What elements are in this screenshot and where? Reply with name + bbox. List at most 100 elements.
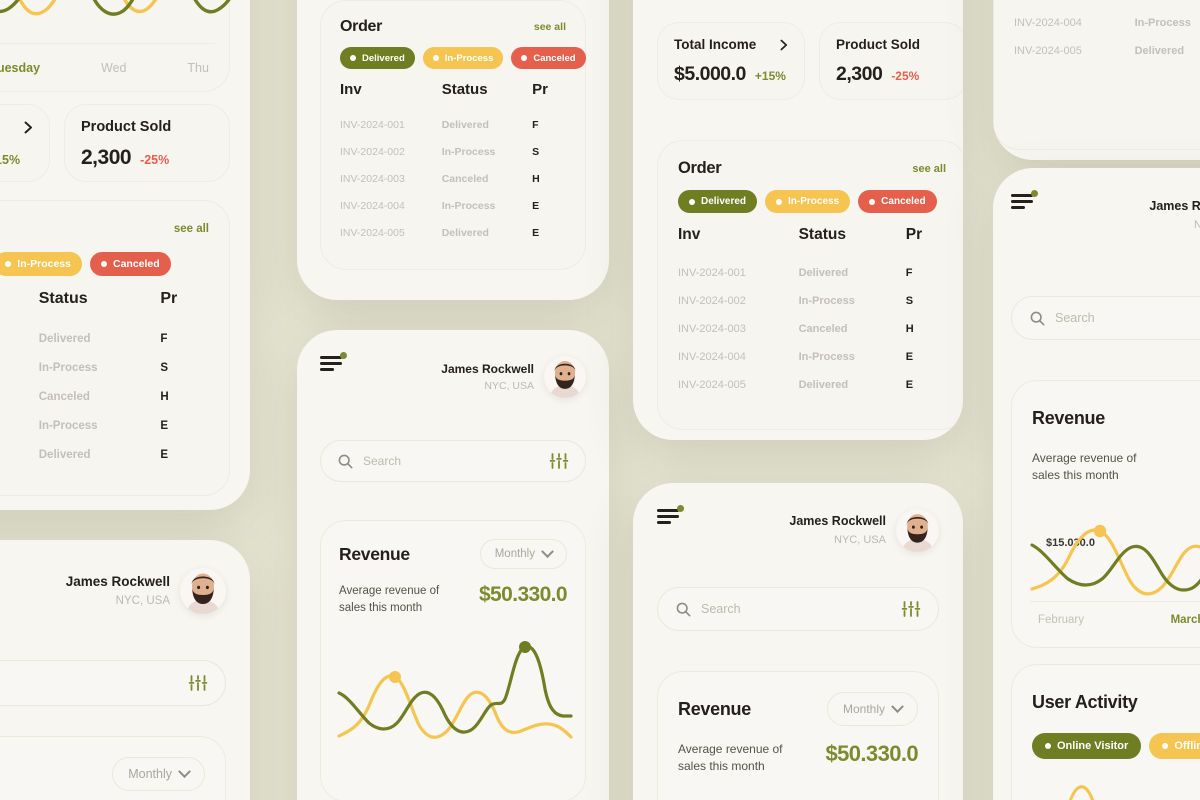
status-dot-icon bbox=[521, 55, 528, 61]
order-status: Canceled bbox=[798, 323, 848, 335]
avatar[interactable] bbox=[544, 356, 586, 398]
table-row[interactable]: INV-2024-001DeliveredF bbox=[340, 111, 566, 138]
search-placeholder: Search bbox=[363, 454, 402, 468]
stat-card-total-income[interactable]: Total Income $5.000.0 +15% bbox=[0, 104, 50, 182]
table-row[interactable]: INV-2024-004In-ProcessE bbox=[1014, 9, 1200, 37]
hamburger-menu-icon[interactable] bbox=[657, 505, 684, 527]
table-row[interactable]: INV-2024-001DeliveredF bbox=[0, 324, 209, 353]
table-row[interactable]: INV-2024-004In-ProcessE bbox=[678, 343, 946, 371]
hamburger-menu-icon[interactable] bbox=[320, 352, 347, 374]
order-filter-in-process[interactable]: In-Process bbox=[765, 190, 851, 213]
search-input[interactable]: Search bbox=[320, 440, 586, 482]
revenue-period-dropdown[interactable]: Monthly bbox=[112, 757, 205, 791]
stat-card-product-sold[interactable]: Product Sold 2,300 -25% bbox=[819, 22, 963, 100]
status-dot-icon bbox=[432, 55, 439, 61]
search-input[interactable]: Search bbox=[0, 660, 226, 706]
table-row[interactable]: INV-2024-003CanceledH bbox=[0, 382, 209, 411]
phone-panel-center-right-bottom: James Rockwell NYC, USA Search Revenue M… bbox=[633, 483, 963, 800]
table-row[interactable]: INV-2024-005DeliveredE bbox=[340, 219, 566, 246]
order-status: Delivered bbox=[1134, 45, 1185, 57]
table-row[interactable]: INV-2024-003CanceledH bbox=[340, 165, 566, 192]
weekly-day-3[interactable]: Thu bbox=[187, 61, 209, 75]
table-row[interactable]: INV-2024-002In-ProcessS bbox=[678, 287, 946, 315]
weekly-sparkline-chart bbox=[0, 0, 231, 16]
table-row[interactable]: INV-2024-002In-ProcessS bbox=[340, 138, 566, 165]
table-row[interactable]: INV-2024-001DeliveredF bbox=[678, 259, 946, 287]
order-price: H bbox=[160, 390, 169, 403]
table-row[interactable]: INV-2024-005DeliveredE bbox=[1014, 37, 1200, 65]
user-location: NYC, USA bbox=[834, 533, 886, 546]
order-filter-delivered[interactable]: Delivered bbox=[678, 190, 758, 213]
user-profile-block[interactable]: James Rockwell NYC, USA bbox=[789, 509, 939, 552]
order-filter-canceled[interactable]: Canceled bbox=[511, 47, 586, 69]
order-col-status: Status bbox=[38, 290, 88, 307]
order-filter-delivered[interactable]: Delivered bbox=[340, 47, 415, 69]
notification-dot-icon bbox=[677, 505, 684, 512]
revenue-period-dropdown[interactable]: Monthly bbox=[826, 692, 918, 726]
order-filter-in-process[interactable]: In-Process bbox=[0, 252, 82, 276]
table-row[interactable]: INV-2024-004In-ProcessE bbox=[0, 411, 209, 440]
order-price: E bbox=[532, 226, 540, 239]
table-row[interactable]: INV-2024-003CanceledH bbox=[678, 315, 946, 343]
order-status: In-Process bbox=[798, 351, 855, 363]
order-see-all-link[interactable]: see all bbox=[174, 223, 209, 235]
weekly-day-2[interactable]: Wed bbox=[101, 61, 126, 75]
filter-sliders-icon[interactable] bbox=[901, 601, 921, 617]
order-col-price: Pr bbox=[532, 81, 548, 98]
table-row[interactable]: INV-2024-003CanceledH bbox=[1014, 0, 1200, 9]
phone-panel-bottom-left: James Rockwell NYC, USA Monthly bbox=[0, 540, 250, 800]
order-inv: INV-2024-001 bbox=[0, 324, 39, 353]
order-filter-canceled[interactable]: Canceled bbox=[89, 252, 171, 276]
activity-legend-offline[interactable]: Offline Visitor bbox=[1149, 733, 1200, 759]
table-row[interactable]: INV-2024-005DeliveredE bbox=[678, 371, 946, 399]
revenue-month-0[interactable]: February bbox=[1038, 614, 1084, 626]
order-price: S bbox=[905, 295, 914, 307]
order-price: F bbox=[160, 332, 168, 345]
avatar[interactable] bbox=[180, 568, 226, 614]
chevron-right-icon[interactable] bbox=[24, 121, 33, 134]
revenue-title: Revenue bbox=[678, 698, 751, 719]
stat-card-total-income[interactable]: Total Income $5.000.0 +15% bbox=[657, 22, 805, 100]
table-row[interactable]: INV-2024-005DeliveredE bbox=[0, 440, 209, 469]
table-row[interactable]: INV-2024-002In-ProcessS bbox=[0, 353, 209, 382]
search-input[interactable]: Search bbox=[1011, 296, 1200, 340]
status-dot-icon bbox=[5, 261, 12, 267]
stat-card-product-sold[interactable]: Product Sold 2,300 -25% bbox=[64, 104, 230, 182]
order-inv: INV-2024-005 bbox=[678, 379, 746, 391]
status-dot-icon bbox=[100, 261, 107, 267]
user-profile-block[interactable]: James Rockwell NYC, USA bbox=[441, 356, 586, 398]
revenue-title: Revenue bbox=[339, 543, 410, 564]
order-filter-in-process[interactable]: In-Process bbox=[422, 47, 504, 69]
avatar[interactable] bbox=[896, 509, 939, 552]
chevron-right-icon[interactable] bbox=[780, 39, 788, 51]
order-see-all-link[interactable]: see all bbox=[534, 21, 566, 33]
revenue-tooltip-marker bbox=[389, 671, 401, 683]
user-avatar-photo bbox=[544, 356, 586, 398]
user-activity-card: User Activity Daily Online Visitor Offli… bbox=[1011, 664, 1200, 800]
phone-panel-right-top: INV-2024-002In-ProcessS INV-2024-003Canc… bbox=[993, 0, 1200, 160]
revenue-month-1[interactable]: March bbox=[1171, 614, 1200, 626]
hamburger-menu-icon[interactable] bbox=[1011, 190, 1038, 212]
revenue-tooltip-marker bbox=[1093, 524, 1107, 538]
user-profile-block[interactable]: James Rockwell NYC, USA bbox=[66, 568, 226, 614]
activity-legend-online[interactable]: Online Visitor bbox=[1032, 733, 1142, 759]
order-see-all-link[interactable]: see all bbox=[912, 163, 946, 175]
order-filter-canceled-label: Canceled bbox=[533, 52, 576, 64]
filter-sliders-icon[interactable] bbox=[188, 675, 208, 691]
search-input[interactable]: Search bbox=[657, 587, 939, 631]
revenue-period-value: Monthly bbox=[842, 702, 885, 716]
order-table: Inv Status Pr INV-2024-001 Delivered F INV… bbox=[340, 81, 566, 246]
user-avatar-photo bbox=[896, 509, 939, 552]
user-profile-block[interactable]: James Rockwell NYC, USA bbox=[1149, 194, 1200, 237]
filter-sliders-icon[interactable] bbox=[549, 453, 569, 469]
revenue-period-dropdown[interactable]: Monthly bbox=[479, 539, 567, 569]
search-placeholder: Search bbox=[1055, 311, 1095, 325]
weekly-day-1[interactable]: Tuesday bbox=[0, 61, 40, 75]
table-row[interactable]: INV-2024-004In-ProcessE bbox=[340, 192, 566, 219]
revenue-title: Revenue bbox=[1032, 407, 1105, 428]
order-filter-canceled[interactable]: Canceled bbox=[858, 190, 937, 213]
stat-label-total-income: Total Income bbox=[674, 37, 757, 52]
weekly-axis: Mon Tuesday Wed Thu bbox=[0, 43, 215, 91]
status-dot-icon bbox=[1162, 743, 1169, 749]
revenue-axis: February March April bbox=[1030, 601, 1200, 637]
